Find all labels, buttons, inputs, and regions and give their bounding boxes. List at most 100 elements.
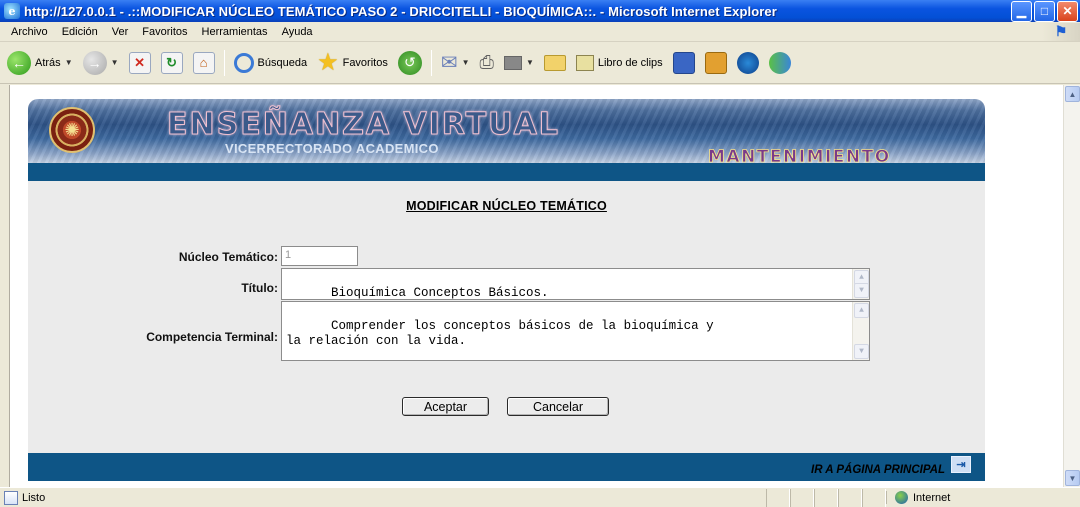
status-cells [766,488,886,507]
toolbar: ← Atrás ▼ → ▼ ✕ ↻ ⌂ Búsqueda ★ Favoritos… [0,42,1080,84]
menu-favoritos[interactable]: Favoritos [135,26,194,38]
folder-button[interactable] [541,48,569,78]
competencia-label: Competencia Terminal: [146,330,278,344]
menu-ayuda[interactable]: Ayuda [275,26,320,38]
home-icon: ⌂ [192,51,215,74]
print-icon: ⎙ [479,52,494,72]
security-zone: Internet [886,491,1080,504]
status-cell [790,488,814,507]
search-button[interactable]: Búsqueda [231,48,311,78]
home-button[interactable]: ⌂ [190,48,218,78]
search-icon [233,52,254,73]
history-button[interactable]: ↺ [395,48,425,78]
form-heading: MODIFICAR NÚCLEO TEMÁTICO [406,199,607,213]
competencia-textarea[interactable]: Comprender los conceptos básicos de la b… [281,301,870,361]
menu-edicion[interactable]: Edición [55,26,105,38]
scroll-down-icon[interactable]: ▼ [854,283,869,298]
close-button[interactable]: ✕ [1057,0,1078,22]
page-scrollbar[interactable]: ▲ ▼ [1063,85,1080,487]
form-panel: MODIFICAR NÚCLEO TEMÁTICO Núcleo Temátic… [28,181,985,453]
exit-door-icon[interactable]: ⇥ [951,456,971,473]
clips-button[interactable]: Libro de clips [573,48,666,78]
cancel-button[interactable]: Cancelar [507,397,609,416]
internet-explorer-icon: e [4,3,20,19]
status-cell [862,488,886,507]
calendar-button[interactable] [670,48,698,78]
titulo-scrollbar[interactable]: ▲ ▼ [852,269,869,299]
toolbar-separator [223,49,225,76]
status-bar: Listo Internet [0,487,1080,507]
clips-button-label: Libro de clips [597,56,663,69]
window-title: http://127.0.0.1 - .::MODIFICAR NÚCLEO T… [24,3,777,19]
main-page-link[interactable]: IR A PÁGINA PRINCIPAL [811,464,945,476]
back-button-label: Atrás [35,56,61,69]
university-seal-icon: ✺ [49,107,95,153]
competencia-scrollbar[interactable]: ▲ ▼ [852,302,869,360]
globe-icon [895,491,908,504]
favorites-button[interactable]: ★ Favoritos [314,48,391,78]
minimize-button[interactable]: ▁ [1011,0,1032,22]
browser-viewport: ✺ ENSEÑANZA VIRTUAL VICERRECTORADO ACADE… [0,85,1080,487]
print-button[interactable]: ⎙ [477,48,497,78]
page-icon [4,490,18,505]
contacts-icon [768,51,791,74]
windows-logo-icon: ⚑ [1042,22,1080,41]
messenger-icon [736,51,759,74]
banner-section: MANTENIMIENTO [708,147,891,163]
stop-icon: ✕ [128,51,151,74]
chevron-down-icon[interactable]: ▼ [526,58,534,67]
clipboard-icon [575,54,594,71]
back-arrow-icon: ← [7,50,31,75]
status-cell [766,488,790,507]
calendar-icon [672,51,695,74]
forward-button[interactable]: → ▼ [80,48,122,78]
mail-icon: ✉ [440,52,458,74]
scroll-up-icon[interactable]: ▲ [1065,86,1080,102]
accept-button[interactable]: Aceptar [402,397,489,416]
refresh-icon: ↻ [160,51,183,74]
nucleo-input[interactable]: 1 [281,246,358,266]
edit-icon [503,55,522,70]
research-icon [704,51,727,74]
mail-button[interactable]: ✉ ▼ [438,48,473,78]
menu-archivo[interactable]: Archivo [4,26,55,38]
window-titlebar: e http://127.0.0.1 - .::MODIFICAR NÚCLEO… [0,0,1080,22]
banner-title: ENSEÑANZA VIRTUAL [167,107,560,143]
status-cell [838,488,862,507]
site-banner: ✺ ENSEÑANZA VIRTUAL VICERRECTORADO ACADE… [28,99,985,163]
window-controls: ▁ □ ✕ [1011,0,1078,22]
status-left: Listo [0,490,766,505]
chevron-down-icon[interactable]: ▼ [462,58,470,67]
maximize-button[interactable]: □ [1034,0,1055,22]
menu-bar: Archivo Edición Ver Favoritos Herramient… [0,22,1080,42]
scroll-down-icon[interactable]: ▼ [1065,470,1080,486]
back-button[interactable]: ← Atrás ▼ [4,48,76,78]
menu-herramientas[interactable]: Herramientas [195,26,275,38]
status-cell [814,488,838,507]
banner-subtitle: VICERRECTORADO ACADEMICO [225,141,439,156]
folder-icon [543,54,566,71]
search-button-label: Búsqueda [257,56,308,69]
scroll-down-icon[interactable]: ▼ [854,344,869,359]
refresh-button[interactable]: ↻ [158,48,186,78]
nucleo-label: Núcleo Temático: [178,250,278,264]
edit-button[interactable]: ▼ [501,48,537,78]
star-icon: ★ [317,49,339,76]
favorites-button-label: Favoritos [342,56,388,69]
scroll-up-icon[interactable]: ▲ [854,303,869,318]
chevron-down-icon[interactable]: ▼ [65,58,73,67]
chevron-down-icon[interactable]: ▼ [111,58,119,67]
stop-button[interactable]: ✕ [126,48,154,78]
forward-arrow-icon: → [82,50,107,75]
titulo-label: Título: [241,281,278,295]
history-icon: ↺ [397,50,422,75]
titulo-text: Bioquímica Conceptos Básicos. [331,286,549,300]
menu-ver[interactable]: Ver [105,26,136,38]
research-button[interactable] [702,48,730,78]
header-divider-bar [28,163,985,181]
competencia-text: Comprender los conceptos básicos de la b… [286,319,714,348]
titulo-textarea[interactable]: Bioquímica Conceptos Básicos. ▲ ▼ [281,268,870,300]
messenger-button[interactable] [734,48,762,78]
contacts-button[interactable] [766,48,794,78]
viewport-left-border [0,85,10,487]
